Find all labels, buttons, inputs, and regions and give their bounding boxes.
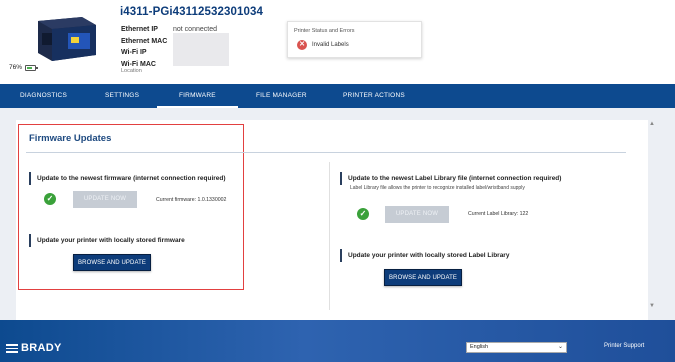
title-divider: [26, 152, 626, 153]
device-name: i4311-PGi43112532301034: [120, 6, 263, 18]
tab-printer-actions[interactable]: PRINTER ACTIONS: [343, 84, 405, 108]
battery-indicator: 76%: [9, 64, 39, 71]
current-label-library: Current Label Library: 122: [468, 211, 529, 217]
language-value: English: [470, 344, 489, 350]
section-bar: [29, 172, 31, 185]
printer-image: [38, 17, 96, 61]
status-title: Printer Status and Errors: [294, 28, 355, 34]
section-bar: [29, 234, 31, 247]
firmware-update-now-button[interactable]: UPDATE NOW: [73, 191, 137, 208]
battery-icon: [25, 64, 39, 71]
tab-settings[interactable]: SETTINGS: [105, 84, 139, 108]
label-library-update-section: Update to the newest Label Library file …: [340, 172, 561, 185]
printer-header: 76% i4311-PGi43112532301034 Ethernet IP …: [0, 0, 675, 84]
main-nav: DIAGNOSTICS SETTINGS FIRMWARE FILE MANAG…: [0, 84, 675, 108]
label-library-browse-button[interactable]: BROWSE AND UPDATE: [384, 269, 462, 286]
location-label: Location: [121, 68, 142, 74]
redacted-values: [173, 33, 229, 66]
firmware-local-section: Update your printer with locally stored …: [29, 234, 185, 247]
language-select[interactable]: English ⌄: [466, 342, 567, 353]
firmware-browse-button[interactable]: BROWSE AND UPDATE: [73, 254, 151, 271]
tab-diagnostics[interactable]: DIAGNOSTICS: [20, 84, 67, 108]
check-icon: ✓: [357, 208, 369, 220]
label-library-local-heading: Update your printer with locally stored …: [348, 252, 510, 259]
content-area[interactable]: Firmware Updates Update to the newest fi…: [0, 108, 675, 320]
firmware-local-heading: Update your printer with locally stored …: [37, 237, 185, 244]
page-title: Firmware Updates: [29, 133, 112, 144]
firmware-update-section: Update to the newest firmware (internet …: [29, 172, 226, 185]
section-bar: [340, 249, 342, 262]
footer: BRADY English ⌄ Printer Support: [0, 320, 675, 362]
wifi-ip-label: Wi-Fi IP: [121, 49, 147, 56]
label-library-update-now-button[interactable]: UPDATE NOW: [385, 206, 449, 223]
firmware-update-heading: Update to the newest firmware (internet …: [37, 175, 226, 182]
label-library-local-section: Update your printer with locally stored …: [340, 249, 509, 262]
tab-firmware[interactable]: FIRMWARE: [157, 84, 238, 108]
current-firmware: Current firmware: 1.0.1330002: [156, 197, 227, 203]
printer-status-panel: Printer Status and Errors ✕ Invalid Labe…: [287, 21, 422, 58]
status-error-text: Invalid Labels: [312, 42, 349, 48]
brady-logo: BRADY: [6, 342, 62, 354]
column-divider: [329, 162, 330, 310]
ethernet-ip-label: Ethernet IP: [121, 26, 158, 33]
section-bar: [340, 172, 342, 185]
brand-name: BRADY: [21, 342, 62, 354]
firmware-panel: Firmware Updates Update to the newest fi…: [16, 120, 648, 320]
printer-support-link[interactable]: Printer Support: [604, 343, 644, 349]
scroll-down-arrow[interactable]: ▼: [649, 303, 655, 309]
tab-file-manager[interactable]: FILE MANAGER: [256, 84, 307, 108]
check-icon: ✓: [44, 193, 56, 205]
battery-percent: 76%: [9, 64, 23, 71]
connection-labels: Ethernet IP Ethernet MAC Wi-Fi IP Wi-Fi …: [121, 24, 167, 70]
label-library-note: Label Library file allows the printer to…: [350, 185, 525, 191]
label-library-update-heading: Update to the newest Label Library file …: [348, 175, 562, 182]
status-error-item: ✕ Invalid Labels: [297, 40, 349, 50]
brady-logo-icon: [6, 343, 18, 353]
chevron-down-icon: ⌄: [557, 344, 563, 350]
scroll-up-arrow[interactable]: ▲: [649, 121, 655, 127]
ethernet-mac-label: Ethernet MAC: [121, 37, 168, 45]
error-icon: ✕: [297, 40, 307, 50]
